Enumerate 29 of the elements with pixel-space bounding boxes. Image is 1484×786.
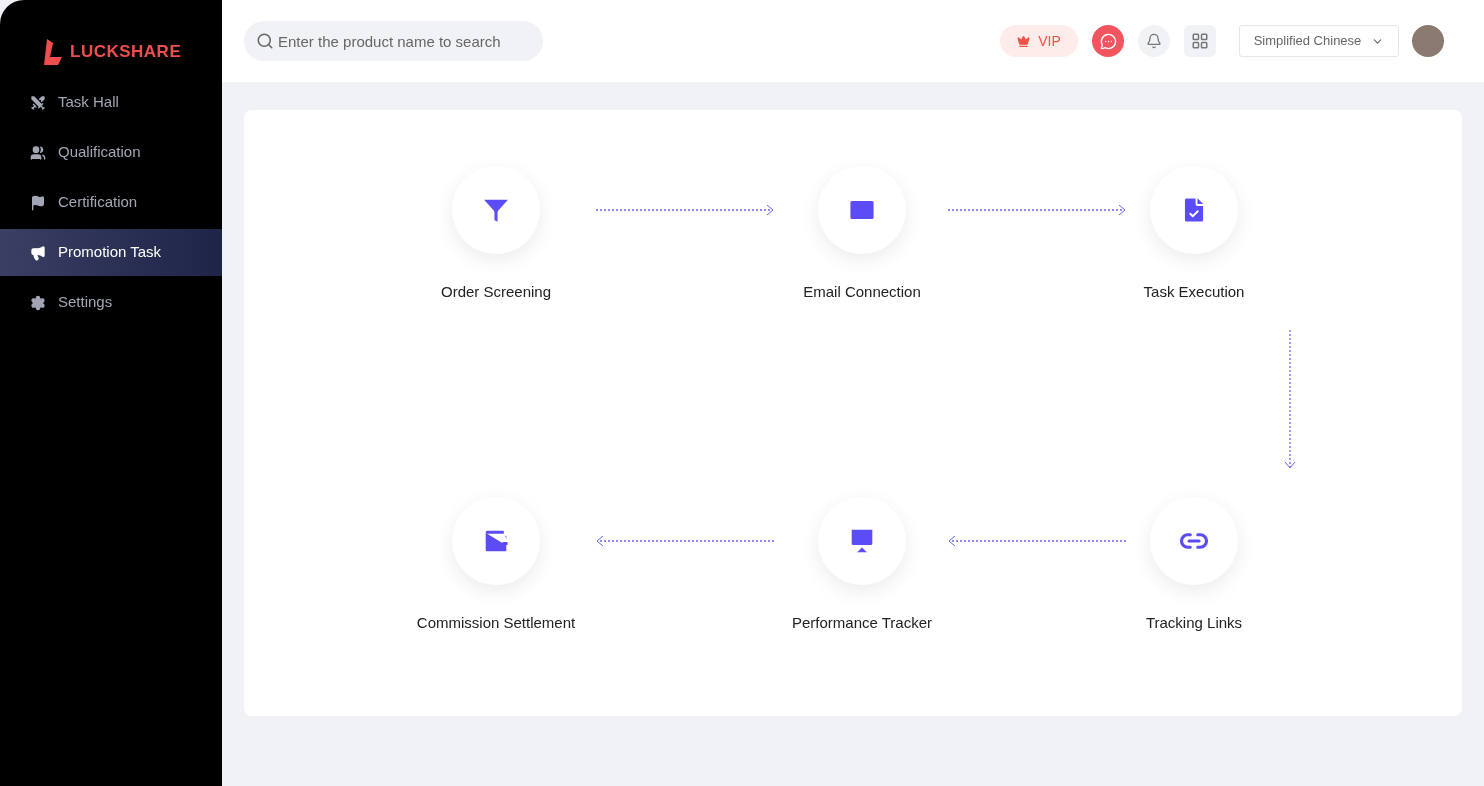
sidebar-item[interactable]: Qualification	[0, 129, 222, 176]
crown-icon	[1017, 34, 1031, 48]
search-icon	[256, 32, 274, 50]
logo-icon	[44, 39, 62, 65]
sidebar-item[interactable]: Task Hall	[0, 79, 222, 126]
flag-icon	[30, 194, 46, 211]
settings-icon	[30, 294, 46, 311]
step-label: Tracking Links	[1145, 612, 1243, 633]
step-label: Commission Settlement	[416, 612, 576, 633]
language-select[interactable]: Simplified Chinese	[1239, 25, 1399, 57]
megaphone-icon	[30, 244, 46, 261]
swords-icon	[30, 94, 46, 111]
apps-button[interactable]	[1184, 25, 1216, 57]
step-label: Performance Tracker	[791, 612, 932, 633]
users-icon	[30, 144, 46, 161]
sidebar-item[interactable]: Certification	[0, 179, 222, 226]
sidebar-item[interactable]: Settings	[0, 279, 222, 326]
sidebar-item[interactable]: Promotion Task	[0, 229, 222, 276]
grid-icon	[1191, 32, 1209, 50]
step-label: Task Execution	[1143, 282, 1245, 302]
logo-text: LUCKSHARE	[70, 41, 182, 64]
step-label: Email Connection	[803, 282, 921, 302]
bell-icon	[1146, 33, 1162, 49]
avatar[interactable]	[1412, 25, 1444, 57]
search-field[interactable]: Enter the product name to search	[244, 21, 543, 61]
chat-button[interactable]	[1092, 25, 1124, 57]
chat-icon	[1099, 32, 1117, 50]
step-label: Order Screening	[440, 282, 552, 302]
notification-button[interactable]	[1138, 25, 1170, 57]
